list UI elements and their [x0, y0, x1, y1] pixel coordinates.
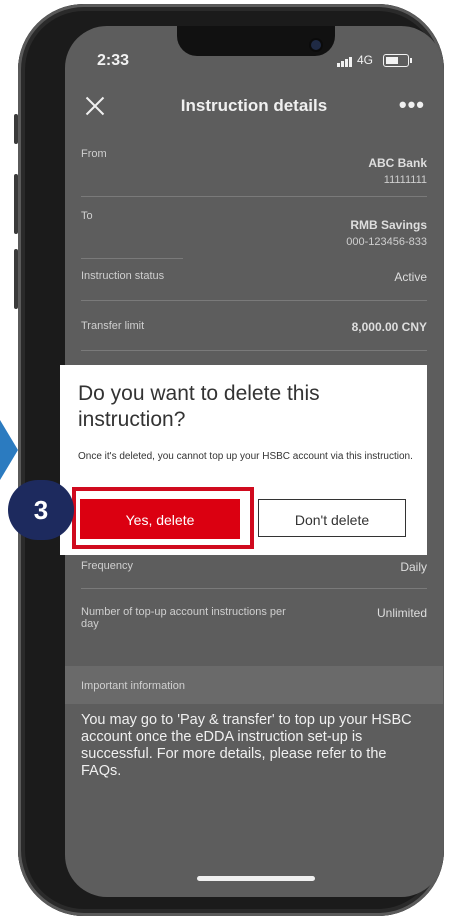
to-row: To RMB Savings 000-123456-833 — [81, 210, 427, 250]
status-value: Active — [394, 270, 427, 284]
limit-label: Transfer limit — [81, 320, 145, 332]
to-account: 000-123456-833 — [346, 236, 427, 248]
important-text: You may go to 'Pay & transfer' to top up… — [81, 712, 412, 779]
to-label: To — [81, 210, 93, 222]
divider — [81, 258, 183, 259]
important-heading: Important information — [81, 680, 185, 692]
network-type: 4G — [356, 53, 373, 67]
more-options-icon[interactable]: ••• — [399, 92, 425, 118]
divider — [81, 300, 427, 301]
divider — [81, 350, 427, 351]
dont-delete-button[interactable]: Don't delete — [258, 499, 406, 537]
page-title: Instruction details — [180, 96, 328, 115]
divider — [81, 588, 427, 589]
camera-icon — [311, 40, 321, 50]
frequency-label: Frequency — [81, 560, 133, 572]
top-bar: Instruction details ••• — [65, 88, 443, 128]
home-indicator[interactable] — [197, 876, 315, 881]
topup-value: Unlimited — [376, 606, 427, 620]
dialog-message: Once it's deleted, you cannot top up you… — [78, 451, 413, 462]
signal-indicator: 4G — [336, 53, 373, 67]
divider — [81, 196, 427, 197]
topup-label: Number of top-up account instructions pe… — [81, 606, 286, 630]
limit-value: 8,000.00 CNY — [351, 320, 427, 334]
topup-row: Number of top-up account instructions pe… — [81, 606, 427, 636]
from-bank: ABC Bank — [368, 156, 427, 170]
to-name: RMB Savings — [350, 218, 427, 232]
dialog-title: Do you want to delete this instruction? — [78, 382, 320, 431]
important-heading-band: Important information — [65, 666, 443, 704]
from-account: 11111111 — [383, 174, 427, 186]
pointer-arrow-icon — [0, 420, 18, 480]
from-row: From ABC Bank 11111111 — [81, 148, 427, 188]
highlight-box — [72, 487, 254, 549]
signal-bars-icon — [336, 53, 353, 67]
status-label: Instruction status — [81, 270, 165, 282]
status-time: 2:33 — [97, 52, 130, 69]
step-badge: 3 — [8, 480, 74, 540]
battery-icon — [383, 54, 412, 67]
frequency-value: Daily — [400, 560, 427, 574]
from-label: From — [81, 148, 107, 160]
